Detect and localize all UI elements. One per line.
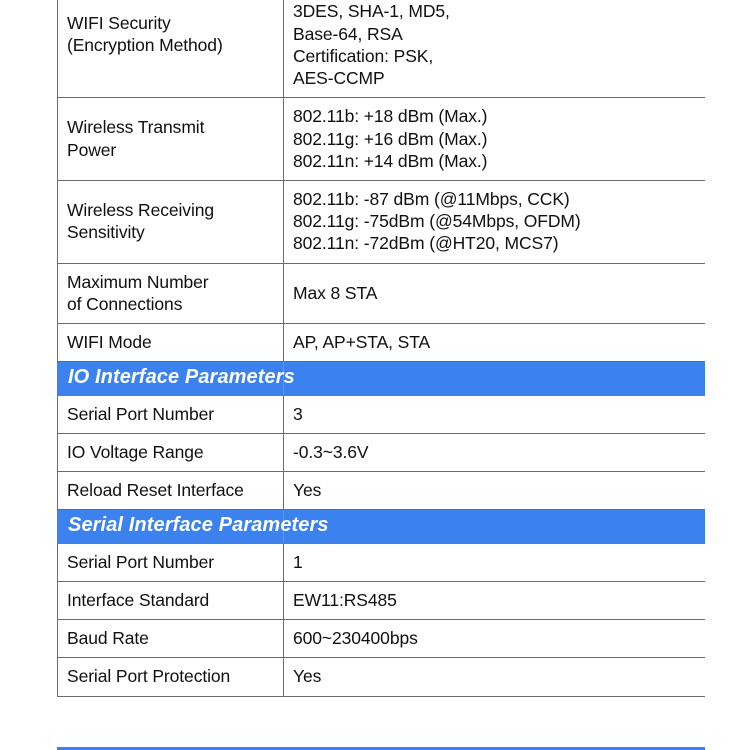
table-row: Serial Port Number 1 bbox=[57, 542, 705, 582]
table-row: Wireless Receiving Sensitivity 802.11b: -… bbox=[57, 179, 705, 264]
table-row: IO Voltage Range -0.3~3.6V bbox=[57, 432, 705, 473]
table-row: Baud Rate 600~230400bps bbox=[57, 619, 705, 659]
section-header-title: Serial Interface Parameters bbox=[57, 509, 705, 544]
row-label-cell: Serial Port Number bbox=[57, 394, 284, 434]
spec-table-viewport: ICMP, Telnet, uPNPWIFI Security (Encrypt… bbox=[57, 0, 705, 750]
table-row: WIFI Security (Encryption Method)Encrypt… bbox=[57, 0, 705, 99]
column-divider-ghost bbox=[283, 510, 284, 543]
row-label-cell: Maximum Number of Connections bbox=[57, 262, 284, 325]
row-label-cell: Baud Rate bbox=[57, 619, 284, 659]
row-value-cell: -0.3~3.6V bbox=[283, 432, 705, 473]
row-label-cell: IO Voltage Range bbox=[57, 432, 284, 473]
row-value-cell: Yes bbox=[283, 471, 705, 511]
table-row: Reload Reset Interface Yes bbox=[57, 471, 705, 511]
row-value-cell: Yes bbox=[283, 657, 705, 697]
row-label-cell: Reload Reset Interface bbox=[57, 471, 284, 511]
row-label-cell: WIFI Security (Encryption Method) bbox=[57, 0, 284, 99]
row-label-cell: Serial Port Number bbox=[57, 542, 284, 582]
row-label-cell: Wireless Transmit Power bbox=[57, 97, 284, 181]
row-label-cell: Serial Port Protection bbox=[57, 657, 284, 697]
table-row: Interface Standard EW11:RS485 bbox=[57, 580, 705, 621]
row-value-cell: 1 bbox=[283, 542, 705, 582]
column-divider-ghost bbox=[283, 362, 284, 395]
row-label-cell: Wireless Receiving Sensitivity bbox=[57, 179, 284, 264]
row-label-cell: Interface Standard bbox=[57, 580, 284, 621]
table-row: Serial Port Number 3 bbox=[57, 394, 705, 434]
row-value-cell: 3 bbox=[283, 394, 705, 434]
row-value-cell: 802.11b: +18 dBm (Max.) 802.11g: +16 dBm… bbox=[283, 97, 705, 181]
row-value-cell: Encryption: AES 128Bit, 3DES, SHA-1, MD5… bbox=[283, 0, 705, 99]
row-value-cell: AP, AP+STA, STA bbox=[283, 323, 705, 363]
table-row: WIFI Mode AP, AP+STA, STA bbox=[57, 323, 705, 363]
row-value-cell: EW11:RS485 bbox=[283, 580, 705, 621]
table-row: Wireless Transmit Power 802.11b: +18 dBm … bbox=[57, 97, 705, 181]
section-header-row: IO Interface Parameters bbox=[57, 361, 705, 396]
row-value-cell: 802.11b: -87 dBm (@11Mbps, CCK) 802.11g:… bbox=[283, 179, 705, 264]
row-value-cell: Max 8 STA bbox=[283, 262, 705, 325]
specification-table: ICMP, Telnet, uPNPWIFI Security (Encrypt… bbox=[57, 0, 705, 697]
section-header-row: Serial Interface Parameters bbox=[57, 509, 705, 544]
row-label-cell: WIFI Mode bbox=[57, 323, 284, 363]
table-row: Serial Port Protection Yes bbox=[57, 657, 705, 697]
document-page: ICMP, Telnet, uPNPWIFI Security (Encrypt… bbox=[0, 0, 750, 750]
row-value-cell: 600~230400bps bbox=[283, 619, 705, 659]
section-header-title: IO Interface Parameters bbox=[57, 361, 705, 396]
table-row: Maximum Number of Connections Max 8 STA bbox=[57, 262, 705, 325]
